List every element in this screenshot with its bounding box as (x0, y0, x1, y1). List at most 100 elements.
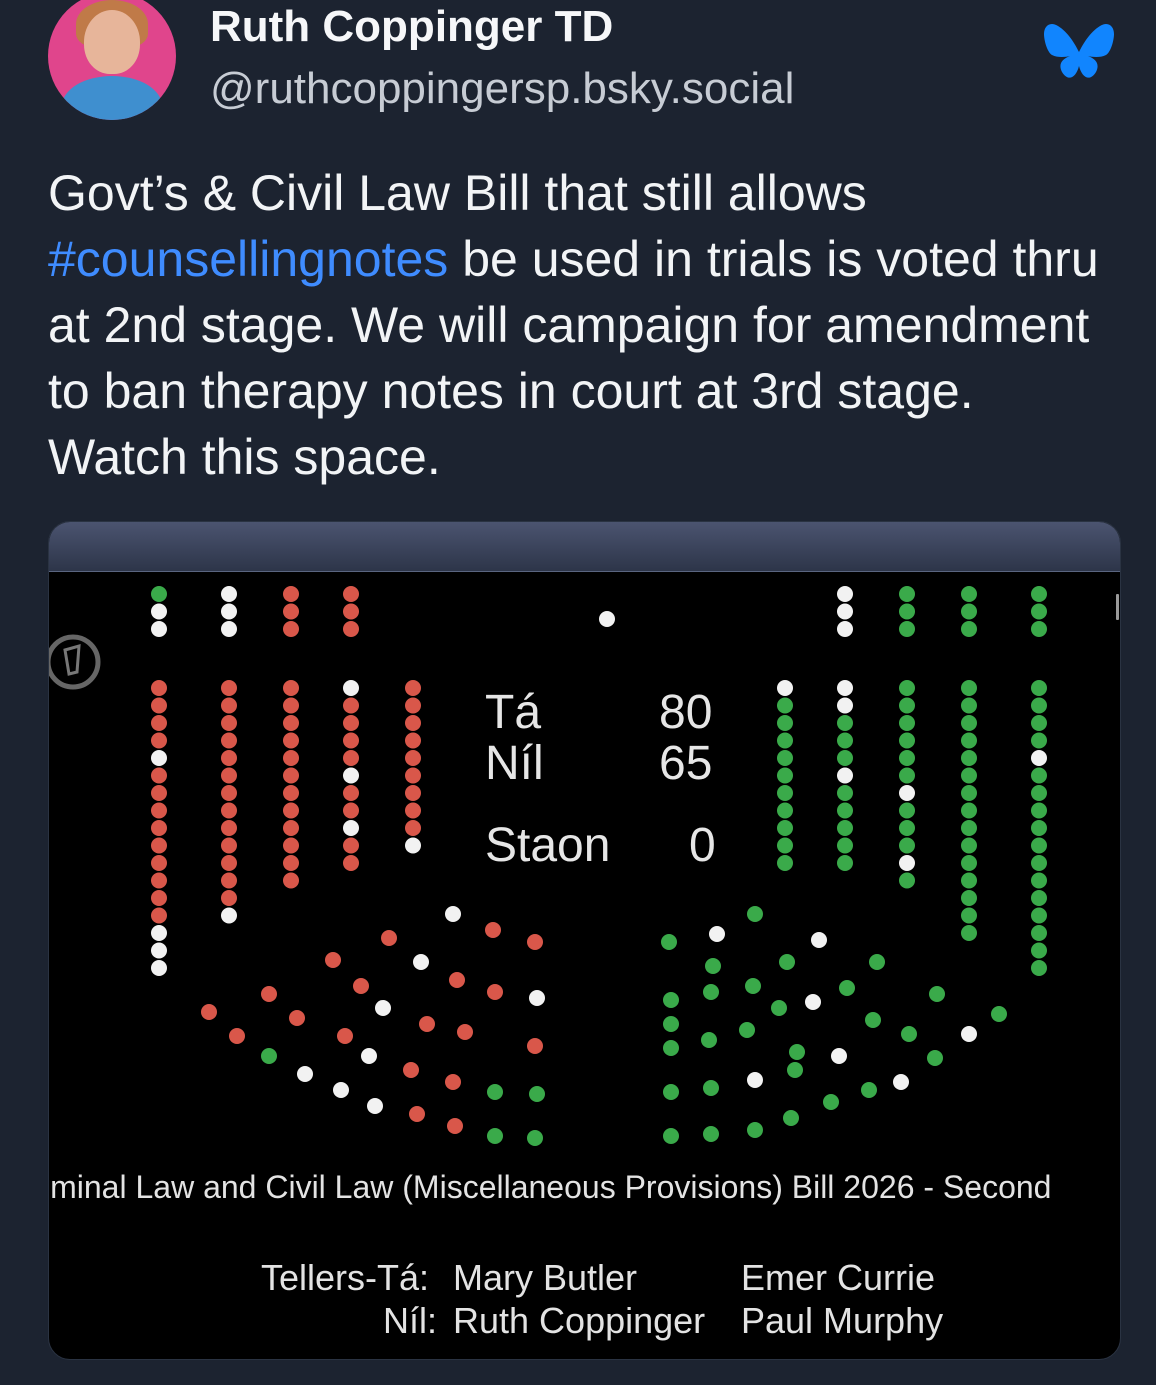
seat-dot (151, 785, 167, 801)
seat-dot (283, 586, 299, 602)
seat-dot (961, 802, 977, 819)
seat-dot (837, 603, 853, 620)
seat-dot (221, 715, 237, 731)
seat-dot (899, 837, 915, 854)
seat-dot (777, 767, 793, 784)
seat-dot (343, 820, 359, 836)
seat-dot (343, 767, 359, 784)
seat-dot (899, 750, 915, 766)
seat-dot (899, 855, 915, 871)
seat-dot (747, 906, 763, 922)
seat-dot (899, 872, 915, 889)
seat-dot (961, 785, 977, 801)
seat-dot (837, 837, 853, 854)
seat-dot (837, 767, 853, 784)
seat-dot (485, 922, 501, 938)
bluesky-butterfly-icon[interactable] (1042, 22, 1116, 86)
seat-dot (899, 621, 915, 637)
seat-dot (527, 1130, 543, 1146)
seat-dot (777, 785, 793, 801)
seat-dot (151, 907, 167, 924)
seat-dot (151, 603, 167, 620)
seat-dot (343, 680, 359, 696)
seat-dot (487, 984, 503, 1000)
seat-dot (361, 1048, 377, 1064)
seat-dot (789, 1044, 805, 1060)
seat-dot (337, 1028, 353, 1044)
seat-dot (151, 586, 167, 602)
seat-dot (837, 802, 853, 819)
seat-dot (375, 1000, 391, 1016)
harp-emblem-icon (49, 634, 101, 690)
seat-dot (487, 1084, 503, 1100)
seat-dot (487, 1128, 503, 1144)
seat-dot (343, 802, 359, 819)
seat-dot (777, 715, 793, 731)
seat-dot (703, 1080, 719, 1096)
seat-dot (221, 697, 237, 714)
seat-dot (961, 586, 977, 602)
seat-dot (837, 855, 853, 871)
seat-dot (529, 990, 545, 1006)
seat-dot (529, 1086, 545, 1102)
seat-dot (221, 785, 237, 801)
seat-dot (405, 767, 421, 784)
seat-dot (409, 1106, 425, 1122)
seat-dot (823, 1094, 839, 1110)
seat-dot (777, 732, 793, 749)
seat-dot (405, 785, 421, 801)
seat-dot (1031, 732, 1047, 749)
seat-dot (229, 1028, 245, 1044)
seat-dot (283, 855, 299, 871)
seat-dot (783, 1110, 799, 1126)
seat-dot (961, 603, 977, 620)
seat-dot (893, 1074, 909, 1090)
seat-dot (899, 820, 915, 836)
seat-dot (283, 785, 299, 801)
seat-dot (445, 906, 461, 922)
seat-dot (703, 984, 719, 1000)
seat-dot (927, 1050, 943, 1066)
vote-result-image[interactable]: Tá 80 Níl 65 Staon 0 iminal Law and Civi… (48, 521, 1121, 1360)
seat-dot (779, 954, 795, 970)
seat-dot (405, 680, 421, 696)
author-handle[interactable]: @ruthcoppingersp.bsky.social (210, 64, 794, 114)
seat-dot (961, 820, 977, 836)
seat-dot (777, 837, 793, 854)
hashtag-link[interactable]: #counsellingnotes (48, 231, 448, 287)
seat-dot (899, 586, 915, 602)
author-name[interactable]: Ruth Coppinger TD (210, 2, 613, 52)
seat-dot (961, 925, 977, 941)
seat-dot (343, 715, 359, 731)
seat-dot (899, 697, 915, 714)
seat-dot (343, 697, 359, 714)
seat-dot (261, 986, 277, 1002)
seat-dot (805, 994, 821, 1010)
seat-dot (739, 1022, 755, 1038)
seat-dot (221, 837, 237, 854)
seat-dot (343, 785, 359, 801)
seat-dot (1031, 586, 1047, 602)
seat-dot (1031, 767, 1047, 784)
seat-dot (381, 930, 397, 946)
seat-dot (151, 855, 167, 871)
right-edge-mark (1116, 594, 1119, 620)
seat-dot (151, 732, 167, 749)
seat-dot (151, 750, 167, 766)
seat-dot (811, 932, 827, 948)
seat-dot (837, 785, 853, 801)
seat-dot (961, 872, 977, 889)
seat-dot (343, 732, 359, 749)
seat-dot (961, 750, 977, 766)
author-avatar[interactable] (48, 0, 176, 120)
staon-count: 0 (689, 819, 716, 872)
seat-dot (413, 954, 429, 970)
seat-dot (991, 1006, 1007, 1022)
seat-dot (343, 586, 359, 602)
seat-dot (151, 767, 167, 784)
seat-dot (201, 1004, 217, 1020)
seat-dot (151, 680, 167, 696)
seat-dot (405, 697, 421, 714)
seat-dot (343, 837, 359, 854)
seat-dot (1031, 855, 1047, 871)
